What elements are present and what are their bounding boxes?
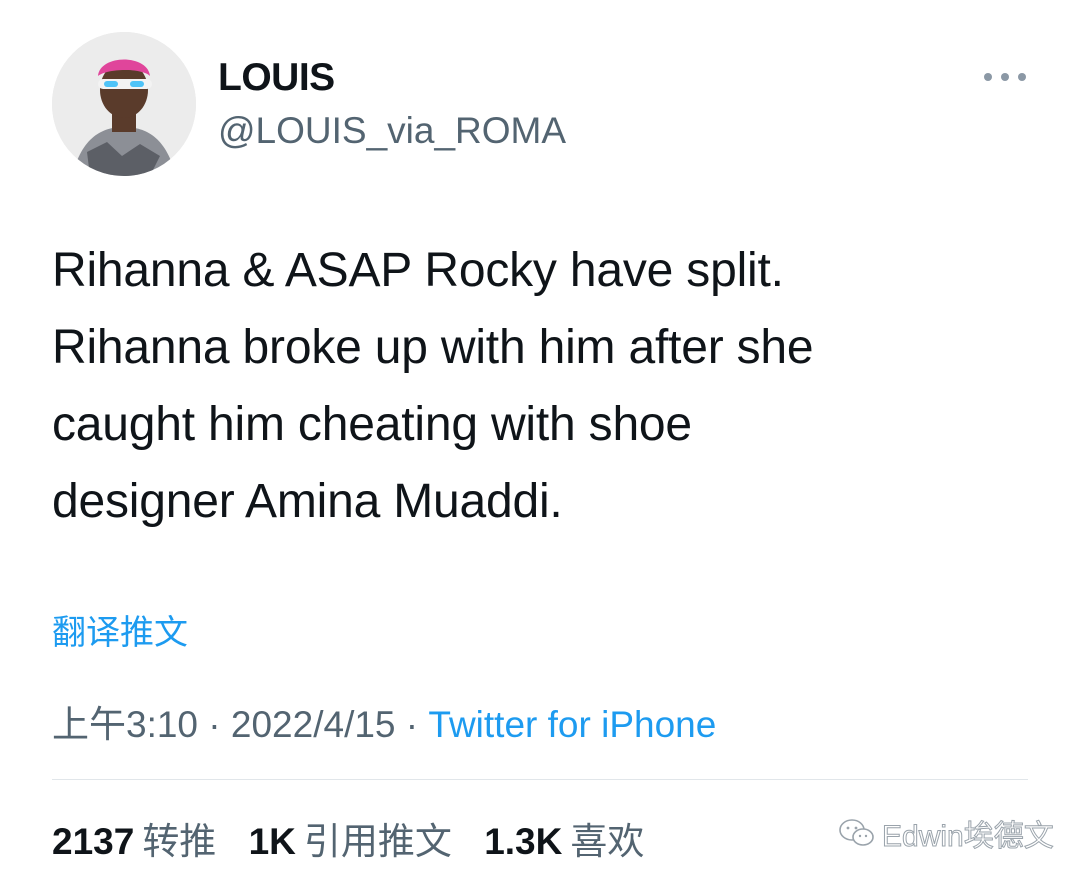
quotes-count: 1K	[248, 821, 296, 862]
author-display-name[interactable]: LOUIS	[218, 56, 335, 100]
avatar[interactable]	[52, 32, 196, 176]
tweet-date[interactable]: 2022/4/15	[231, 704, 396, 745]
more-dot	[1001, 73, 1009, 81]
likes-label: 喜欢	[570, 821, 645, 862]
tweet-text: Rihanna & ASAP Rocky have split. Rihanna…	[52, 232, 1012, 540]
quotes-stat[interactable]: 1K 引用推文	[249, 821, 452, 862]
tweet-source-link[interactable]: Twitter for iPhone	[428, 704, 716, 745]
more-options-icon[interactable]	[984, 64, 1026, 90]
tweet-meta: 上午3:10 · 2022/4/15 · Twitter for iPhone	[52, 694, 716, 748]
translate-tweet-link[interactable]: 翻译推文	[52, 605, 188, 654]
retweets-count: 2137	[52, 821, 135, 862]
likes-stat[interactable]: 1.3K 喜欢	[484, 821, 644, 862]
meta-separator: ·	[405, 704, 419, 745]
avatar-image	[52, 32, 196, 176]
watermark-text: Edwin埃德文	[882, 820, 1055, 854]
meta-separator: ·	[208, 704, 221, 745]
quotes-label: 引用推文	[303, 821, 452, 862]
tweet-time[interactable]: 上午3:10	[52, 704, 198, 745]
tweet-text-line: Rihanna & ASAP Rocky have split.	[52, 244, 784, 297]
retweets-stat[interactable]: 2137 转推	[52, 821, 216, 862]
divider	[52, 779, 1028, 780]
author-handle[interactable]: @LOUIS_via_ROMA	[218, 110, 566, 152]
more-dot	[984, 73, 992, 81]
watermark: Edwin埃德文	[838, 811, 1054, 855]
wechat-icon	[839, 819, 874, 846]
tweet-text-line: designer Amina Muaddi.	[52, 475, 563, 528]
likes-count: 1.3K	[484, 821, 563, 862]
tweet-text-line: caught him cheating with shoe	[52, 398, 692, 451]
tweet-text-line: Rihanna broke up with him after she	[52, 321, 814, 374]
retweets-label: 转推	[142, 821, 217, 862]
more-dot	[1018, 73, 1026, 81]
tweet-stats: 2137 转推 1K 引用推文 1.3K 喜欢	[52, 811, 666, 865]
